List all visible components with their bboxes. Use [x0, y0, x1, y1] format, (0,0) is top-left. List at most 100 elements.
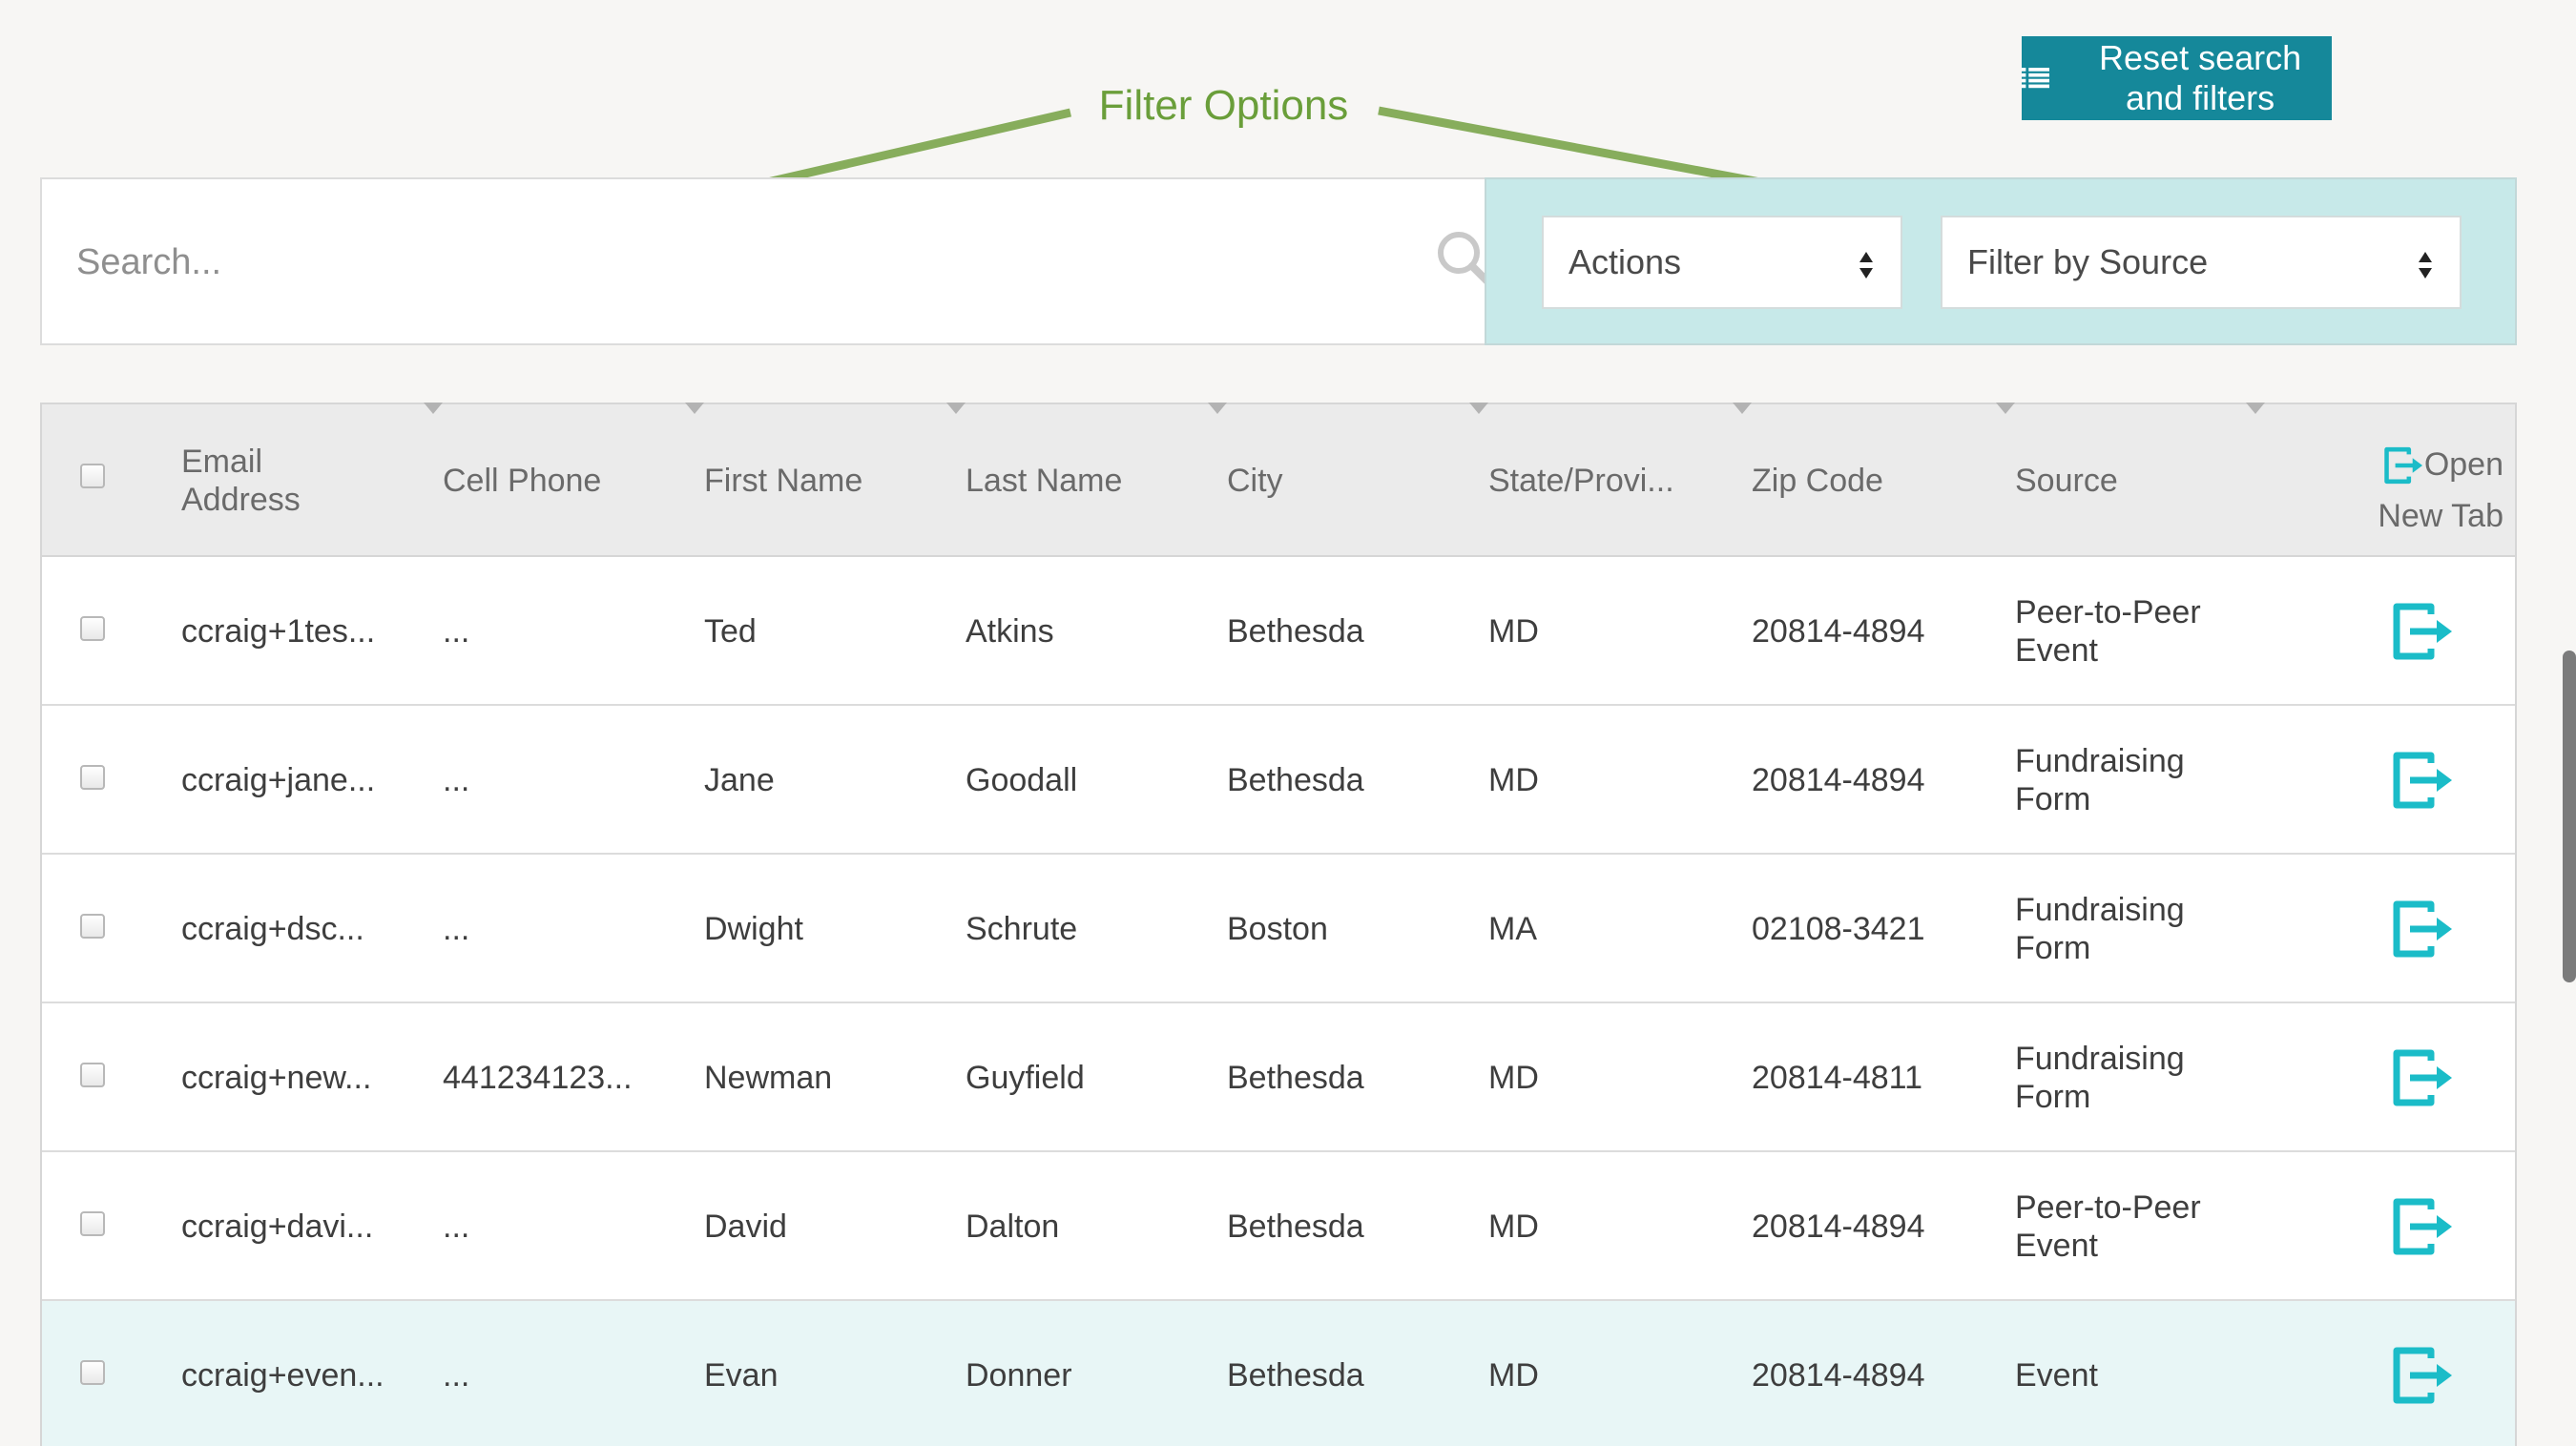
column-header-label: First Name: [704, 463, 863, 499]
actions-select[interactable]: Actions: [1542, 216, 1902, 309]
row-checkbox[interactable]: [80, 616, 105, 641]
scrollbar-thumb[interactable]: [2563, 651, 2576, 982]
table-row[interactable]: ccraig+jane... ... Jane Goodall Bethesda…: [42, 706, 2515, 855]
sort-caret-icon: [946, 403, 966, 414]
open-header-line2: New Tab: [2378, 498, 2503, 534]
sort-caret-icon: [1208, 403, 1227, 414]
reset-search-filters-button[interactable]: Reset search and filters: [2022, 36, 2332, 120]
column-header-first-name[interactable]: First Name: [704, 403, 966, 557]
updown-icon: [2419, 252, 2432, 279]
row-checkbox[interactable]: [80, 1360, 105, 1385]
cell-email: ccraig+1tes...: [181, 613, 376, 650]
cell-city: Bethesda: [1227, 1357, 1364, 1394]
open-new-tab-icon: [2384, 446, 2423, 485]
contacts-table: Email Address Cell Phone First Name Last…: [40, 403, 2517, 1446]
open-new-tab-icon[interactable]: [2389, 1045, 2456, 1110]
column-header-email[interactable]: Email Address: [181, 403, 443, 557]
column-header-label: Last Name: [966, 463, 1123, 499]
cell-state: MD: [1488, 1357, 1539, 1394]
reset-button-label: Reset search and filters: [2099, 38, 2302, 117]
column-header-label: Email Address: [181, 444, 301, 518]
cell-state: MA: [1488, 911, 1537, 947]
cell-state: MD: [1488, 613, 1539, 650]
cell-source: Event: [2015, 1357, 2098, 1394]
column-header-open-new-tab: Open New Tab: [2341, 439, 2503, 542]
row-checkbox[interactable]: [80, 1211, 105, 1236]
cell-phone: ...: [443, 911, 470, 947]
table-header: Email Address Cell Phone First Name Last…: [42, 403, 2515, 557]
row-checkbox[interactable]: [80, 914, 105, 939]
cell-zip: 20814-4894: [1752, 1357, 1925, 1394]
cell-last-name: Goodall: [966, 762, 1078, 798]
cell-last-name: Atkins: [966, 613, 1054, 650]
cell-city: Boston: [1227, 911, 1328, 947]
cell-zip: 20814-4894: [1752, 613, 1925, 650]
column-header-zip-code[interactable]: Zip Code: [1752, 403, 2015, 557]
search-input[interactable]: [76, 229, 1317, 296]
sort-caret-icon: [424, 403, 443, 414]
cell-source: Fundraising Form: [2015, 1041, 2185, 1115]
cell-city: Bethesda: [1227, 1060, 1364, 1096]
row-checkbox[interactable]: [80, 765, 105, 790]
open-new-tab-icon[interactable]: [2389, 897, 2456, 961]
cell-state: MD: [1488, 762, 1539, 798]
cell-source: Fundraising Form: [2015, 892, 2185, 966]
column-header-label: Source: [2015, 463, 2118, 499]
open-new-tab-icon[interactable]: [2389, 1194, 2456, 1259]
cell-first-name: Evan: [704, 1357, 779, 1394]
table-row[interactable]: ccraig+1tes... ... Ted Atkins Bethesda M…: [42, 557, 2515, 706]
cell-last-name: Guyfield: [966, 1060, 1085, 1096]
column-header-label: State/Provi...: [1488, 463, 1674, 499]
row-checkbox[interactable]: [80, 1063, 105, 1087]
cell-email: ccraig+jane...: [181, 762, 376, 798]
cell-last-name: Dalton: [966, 1208, 1060, 1245]
cell-first-name: Newman: [704, 1060, 833, 1096]
cell-phone: ...: [443, 1357, 470, 1394]
cell-phone: ...: [443, 1208, 470, 1245]
cell-email: ccraig+new...: [181, 1060, 372, 1096]
cell-first-name: Ted: [704, 613, 757, 650]
column-header-last-name[interactable]: Last Name: [966, 403, 1227, 557]
sort-caret-icon: [2246, 403, 2265, 414]
open-new-tab-icon[interactable]: [2389, 599, 2456, 664]
cell-source: Fundraising Form: [2015, 743, 2185, 817]
cell-last-name: Schrute: [966, 911, 1078, 947]
actions-select-label: Actions: [1568, 242, 1682, 281]
cell-zip: 02108-3421: [1752, 911, 1925, 947]
table-row[interactable]: ccraig+davi... ... David Dalton Bethesda…: [42, 1152, 2515, 1301]
column-header-source[interactable]: Source: [2015, 403, 2265, 557]
cell-source: Peer-to-Peer Event: [2015, 1189, 2201, 1264]
sort-caret-icon: [1996, 403, 2015, 414]
cell-phone: ...: [443, 613, 470, 650]
cell-last-name: Donner: [966, 1357, 1072, 1394]
filter-panel: Actions Filter by Source: [1485, 177, 2517, 345]
sort-caret-icon: [685, 403, 704, 414]
cell-city: Bethesda: [1227, 613, 1364, 650]
cell-city: Bethesda: [1227, 762, 1364, 798]
cell-first-name: David: [704, 1208, 787, 1245]
open-new-tab-icon[interactable]: [2389, 748, 2456, 813]
cell-email: ccraig+even...: [181, 1357, 384, 1394]
updown-icon: [1859, 252, 1873, 279]
column-header-label: City: [1227, 463, 1283, 499]
cell-email: ccraig+davi...: [181, 1208, 374, 1245]
column-header-label: Cell Phone: [443, 463, 602, 499]
table-row[interactable]: ccraig+dsc... ... Dwight Schrute Boston …: [42, 855, 2515, 1003]
table-row[interactable]: ccraig+new... 441234123... Newman Guyfie…: [42, 1003, 2515, 1152]
column-header-state[interactable]: State/Provi...: [1488, 403, 1752, 557]
cell-zip: 20814-4894: [1752, 762, 1925, 798]
column-header-city[interactable]: City: [1227, 403, 1488, 557]
column-header-label: Zip Code: [1752, 463, 1883, 499]
cell-state: MD: [1488, 1060, 1539, 1096]
cell-city: Bethesda: [1227, 1208, 1364, 1245]
column-header-cell-phone[interactable]: Cell Phone: [443, 403, 704, 557]
select-all-checkbox[interactable]: [80, 464, 105, 488]
filter-by-source-select[interactable]: Filter by Source: [1941, 216, 2462, 309]
sort-caret-icon: [1733, 403, 1752, 414]
table-row[interactable]: ccraig+even... ... Evan Donner Bethesda …: [42, 1301, 2515, 1446]
sort-caret-icon: [1469, 403, 1488, 414]
open-new-tab-icon[interactable]: [2389, 1343, 2456, 1408]
list-icon: [2022, 68, 2050, 89]
cell-phone: 441234123...: [443, 1060, 633, 1096]
cell-email: ccraig+dsc...: [181, 911, 364, 947]
